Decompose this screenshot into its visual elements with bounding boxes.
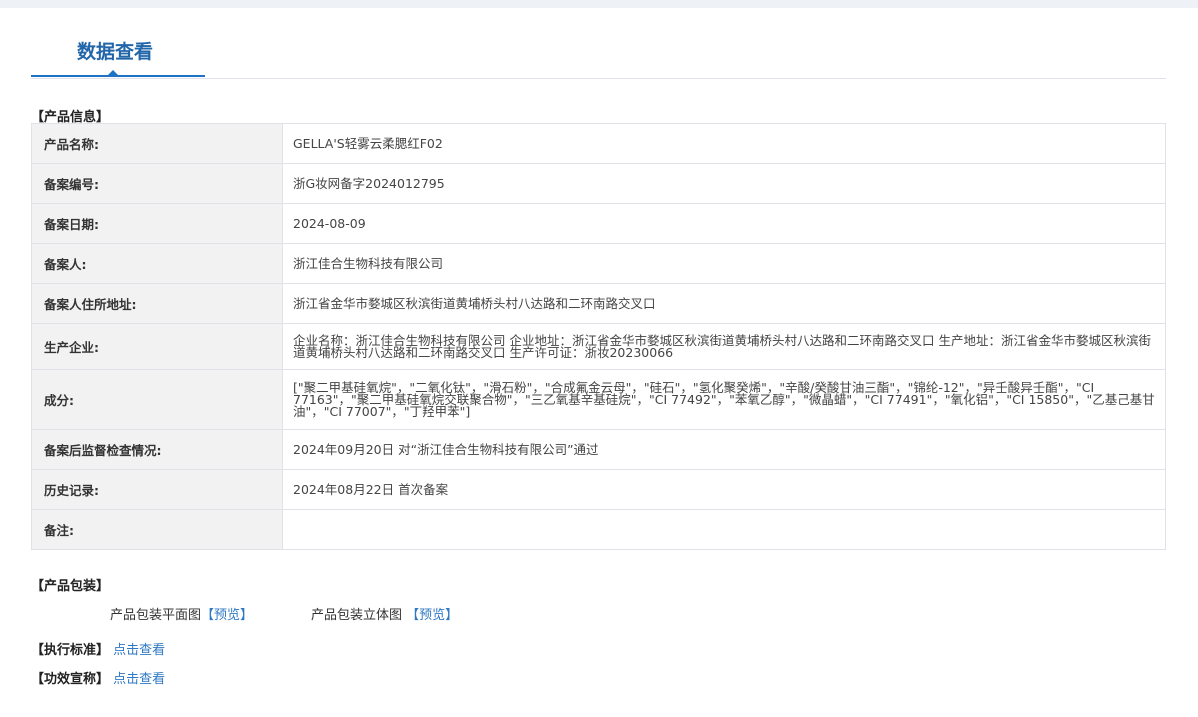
info-row-label: 备案人住所地址: [31,283,283,324]
info-row: 备案编号: 浙G妆网备字2024012795 [31,163,1166,204]
info-row-value [282,509,1166,550]
package-flat-preview-link[interactable]: 【预览】 [201,608,253,623]
info-row-label: 产品名称: [31,123,283,164]
info-row-value: 浙江佳合生物科技有限公司 [282,243,1166,284]
package-stereo-label: 产品包装立体图 [311,608,403,623]
info-row-label: 生产企业: [31,323,283,370]
info-row: 生产企业: 企业名称：浙江佳合生物科技有限公司 企业地址：浙江省金华市婺城区秋滨街… [31,323,1166,370]
info-row-value: 2024年08月22日 首次备案 [282,469,1166,510]
package-flat: 产品包装平面图【预览】 [110,604,253,623]
standard-view-link[interactable]: 点击查看 [113,643,165,658]
tab-data-view-label: 数据查看 [77,41,154,63]
info-row: 历史记录: 2024年08月22日 首次备案 [31,469,1166,510]
info-row-label: 备案日期: [31,203,283,244]
standard-label: 【执行标准】 [31,643,110,658]
info-row: 备案后监督检查情况: 2024年09月20日 对“浙江佳合生物科技有限公司”通过 [31,429,1166,470]
info-row-label: 历史记录: [31,469,283,510]
efficacy-label: 【功效宣称】 [31,672,110,687]
packaging-title: 【产品包装】 [31,579,110,594]
info-row: 备注: [31,509,1166,550]
efficacy-view-link[interactable]: 点击查看 [113,672,165,687]
package-stereo: 产品包装立体图 【预览】 [311,604,458,623]
info-row: 产品名称: GELLA'S轻雾云柔腮红F02 [31,123,1166,164]
tab-data-view[interactable]: 数据查看 [31,22,205,77]
info-row-value: 浙G妆网备字2024012795 [282,163,1166,204]
info-row: 备案人住所地址: 浙江省金华市婺城区秋滨街道黄埔桥头村八达路和二环南路交叉口 [31,283,1166,324]
top-bar [0,0,1198,8]
info-row-label: 备案人: [31,243,283,284]
standard-row: 【执行标准】 点击查看 [31,639,165,658]
info-row: 备案日期: 2024-08-09 [31,203,1166,244]
info-row-label: 备案后监督检查情况: [31,429,283,470]
info-row-label: 成分: [31,369,283,430]
efficacy-row: 【功效宣称】 点击查看 [31,668,165,687]
info-row-value: GELLA'S轻雾云柔腮红F02 [282,123,1166,164]
product-info-table: 产品名称: GELLA'S轻雾云柔腮红F02 备案编号: 浙G妆网备字20240127… [31,123,1166,550]
info-row-value: 2024-08-09 [282,203,1166,244]
info-row-value: 浙江省金华市婺城区秋滨街道黄埔桥头村八达路和二环南路交叉口 [282,283,1166,324]
package-flat-label: 产品包装平面图 [110,608,202,623]
info-row-label: 备案编号: [31,163,283,204]
info-row-value: 企业名称：浙江佳合生物科技有限公司 企业地址：浙江省金华市婺城区秋滨街道黄埔桥头… [282,323,1166,370]
tab-caret-icon [106,70,120,77]
tab-bar: 数据查看 [31,22,1166,79]
info-row-label: 备注: [31,509,283,550]
info-row-value: ["聚二甲基硅氧烷"，"二氧化钛"，"滑石粉"，"合成氟金云母"，"硅石"，"氢… [282,369,1166,430]
info-row-value: 2024年09月20日 对“浙江佳合生物科技有限公司”通过 [282,429,1166,470]
info-row: 成分: ["聚二甲基硅氧烷"，"二氧化钛"，"滑石粉"，"合成氟金云母"，"硅石"… [31,369,1166,430]
info-row: 备案人: 浙江佳合生物科技有限公司 [31,243,1166,284]
package-stereo-preview-link[interactable]: 【预览】 [406,608,458,623]
